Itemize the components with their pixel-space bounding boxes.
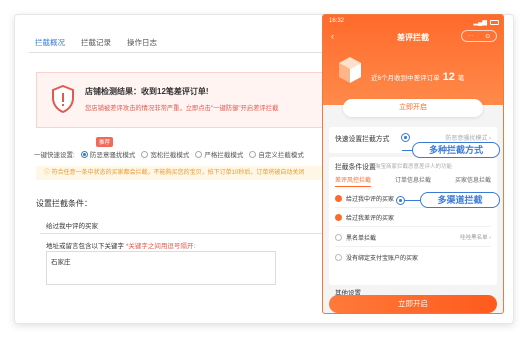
- fast-setting-row: 一键快速设置: 防恶意骚扰模式 宽松拦截模式 严格拦截模式 自定义拦截模式: [34, 148, 304, 160]
- option-label: 黑名单拦截: [346, 235, 377, 242]
- callout-multiple-modes: 多种拦截方式: [412, 142, 500, 158]
- conditions-card: 拦截条件设置 淘宝商家拦截恶意差评人的功能 差评风控拦截 订单信息拦截 买家信息…: [329, 157, 497, 285]
- notice-text: 符合任意一条中状态的买家都会拦截，不能购买您的宝贝，拍下订单10秒后，订单将被自…: [51, 170, 305, 176]
- alert-description: 您店铺被差评攻击的情况非常严重，立即点击"一键防御"开启差评拦截: [85, 105, 279, 112]
- status-time: 16:32: [329, 18, 345, 24]
- quick-setting-value: 防恶意骚扰模式 ›: [445, 136, 491, 142]
- more-icon[interactable]: ···: [468, 33, 474, 39]
- tab-review-risk[interactable]: 差评风控拦截: [335, 175, 372, 187]
- stat-prefix: 近6个月收到中差评订单: [371, 75, 440, 82]
- tab-order-info[interactable]: 订单信息拦截: [395, 175, 431, 187]
- shield-warning-icon: [52, 85, 74, 113]
- radio-dot: [80, 150, 88, 158]
- radio-dot: [249, 150, 257, 158]
- conditions-card-title: 拦截条件设置: [335, 164, 376, 171]
- conditions-title: 设置拦截条件：: [36, 199, 92, 208]
- status-bar: 16:32 ▂▄▆: [329, 18, 499, 27]
- callout-anchor-dot: [396, 196, 405, 205]
- radio-label: 宽松拦截模式: [150, 152, 190, 159]
- keyword-label: 地址或留言包含以下关键字 *关键字之间用逗号隔开:: [46, 240, 195, 250]
- tab-buyer-info[interactable]: 买家信息拦截: [455, 175, 491, 187]
- keyword-hint: *关键字之间用逗号隔开:: [125, 243, 196, 250]
- radio-custom[interactable]: 自定义拦截模式: [249, 149, 304, 159]
- check-on-icon: [335, 194, 342, 202]
- phone-tabs: 差评风控拦截 订单信息拦截 买家信息拦截: [335, 175, 491, 187]
- start-button-bottom[interactable]: 立即开启: [329, 295, 497, 313]
- recommend-badge: 推荐: [96, 137, 114, 147]
- radio-loose[interactable]: 宽松拦截模式: [141, 149, 189, 159]
- notice-bar: ⓘ 符合任意一条中状态的买家都会拦截，不能购买您的宝贝，拍下订单10秒后，订单将…: [36, 166, 326, 180]
- warning-icon: ⓘ: [44, 170, 52, 176]
- callout-connector: [405, 200, 421, 202]
- radio-anti-harass[interactable]: 防恶意骚扰模式: [80, 149, 136, 159]
- option-divider: [335, 226, 491, 227]
- check-off-icon: [335, 253, 342, 261]
- check-on-icon: [335, 213, 342, 221]
- keyword-label-text: 地址或留言包含以下关键字: [46, 243, 124, 250]
- radio-label: 自定义拦截模式: [258, 152, 304, 159]
- condition-mid-review[interactable]: 给过我中评的买家: [46, 220, 98, 230]
- option-label: 给过我中评的买家: [346, 196, 395, 203]
- stat-number: 12: [442, 71, 455, 83]
- option-no-alipay[interactable]: 没有绑定支付宝账户的买家: [335, 250, 491, 264]
- alert-title: 店铺检测结果：收到12笔差评订单!: [85, 87, 209, 96]
- status-icons: ▂▄▆: [474, 18, 499, 27]
- fast-setting-label: 一键快速设置:: [34, 152, 75, 159]
- close-circle-icon[interactable]: ⊙: [485, 33, 490, 40]
- conditions-card-sub: 淘宝商家拦截恶意差评人的功能: [375, 164, 453, 170]
- option-blacklist[interactable]: 黑名单拦截 哇哇黑名单 ›: [335, 230, 491, 244]
- quick-setting-label: 快速设置拦截方式: [335, 136, 390, 143]
- phone-mockup: 16:32 ▂▄▆ ‹ 差评拦截 ··· ⊙ 近6个月收到中差评订单 12 笔 立即…: [322, 14, 504, 314]
- tab-divider: [29, 52, 341, 53]
- stat-line: 近6个月收到中差评订单 12 笔: [371, 71, 464, 83]
- keyword-textarea[interactable]: 石家庄: [46, 251, 276, 285]
- callout-anchor-dot: [401, 133, 410, 142]
- tab-records[interactable]: 拦截记录: [75, 35, 121, 53]
- check-off-icon: [335, 233, 342, 241]
- keyword-value: 石家庄: [51, 259, 71, 266]
- radio-dot: [141, 150, 149, 158]
- divider: [40, 233, 326, 234]
- mini-program-capsule[interactable]: ··· ⊙: [461, 30, 497, 42]
- option-divider: [335, 246, 491, 247]
- radio-label: 防恶意骚扰模式: [89, 152, 136, 159]
- option-label: 没有绑定支付宝账户的买家: [346, 255, 419, 262]
- tab-logs[interactable]: 操作日志: [121, 35, 167, 53]
- blacklist-link[interactable]: 哇哇黑名单 ›: [460, 233, 491, 241]
- tab-overview[interactable]: 拦截概况: [29, 35, 75, 53]
- cube-illustration-icon: [339, 57, 361, 83]
- option-label: 给过我差评的买家: [346, 215, 395, 222]
- option-bad-review[interactable]: 给过我差评的买家: [335, 210, 491, 224]
- radio-strict[interactable]: 严格拦截模式: [195, 149, 243, 159]
- battery-icon: [490, 20, 499, 25]
- start-button-top[interactable]: 立即开启: [343, 99, 483, 117]
- callout-multi-channel: 多渠道拦截: [420, 192, 500, 208]
- radio-dot: [195, 150, 203, 158]
- phone-navbar: ‹ 差评拦截 ··· ⊙: [323, 29, 503, 45]
- signal-icon: ▂▄▆: [473, 20, 487, 26]
- radio-label: 严格拦截模式: [204, 152, 244, 159]
- desktop-tabs: 拦截概况 拦截记录 操作日志: [29, 35, 167, 53]
- stat-suffix: 笔: [457, 75, 465, 82]
